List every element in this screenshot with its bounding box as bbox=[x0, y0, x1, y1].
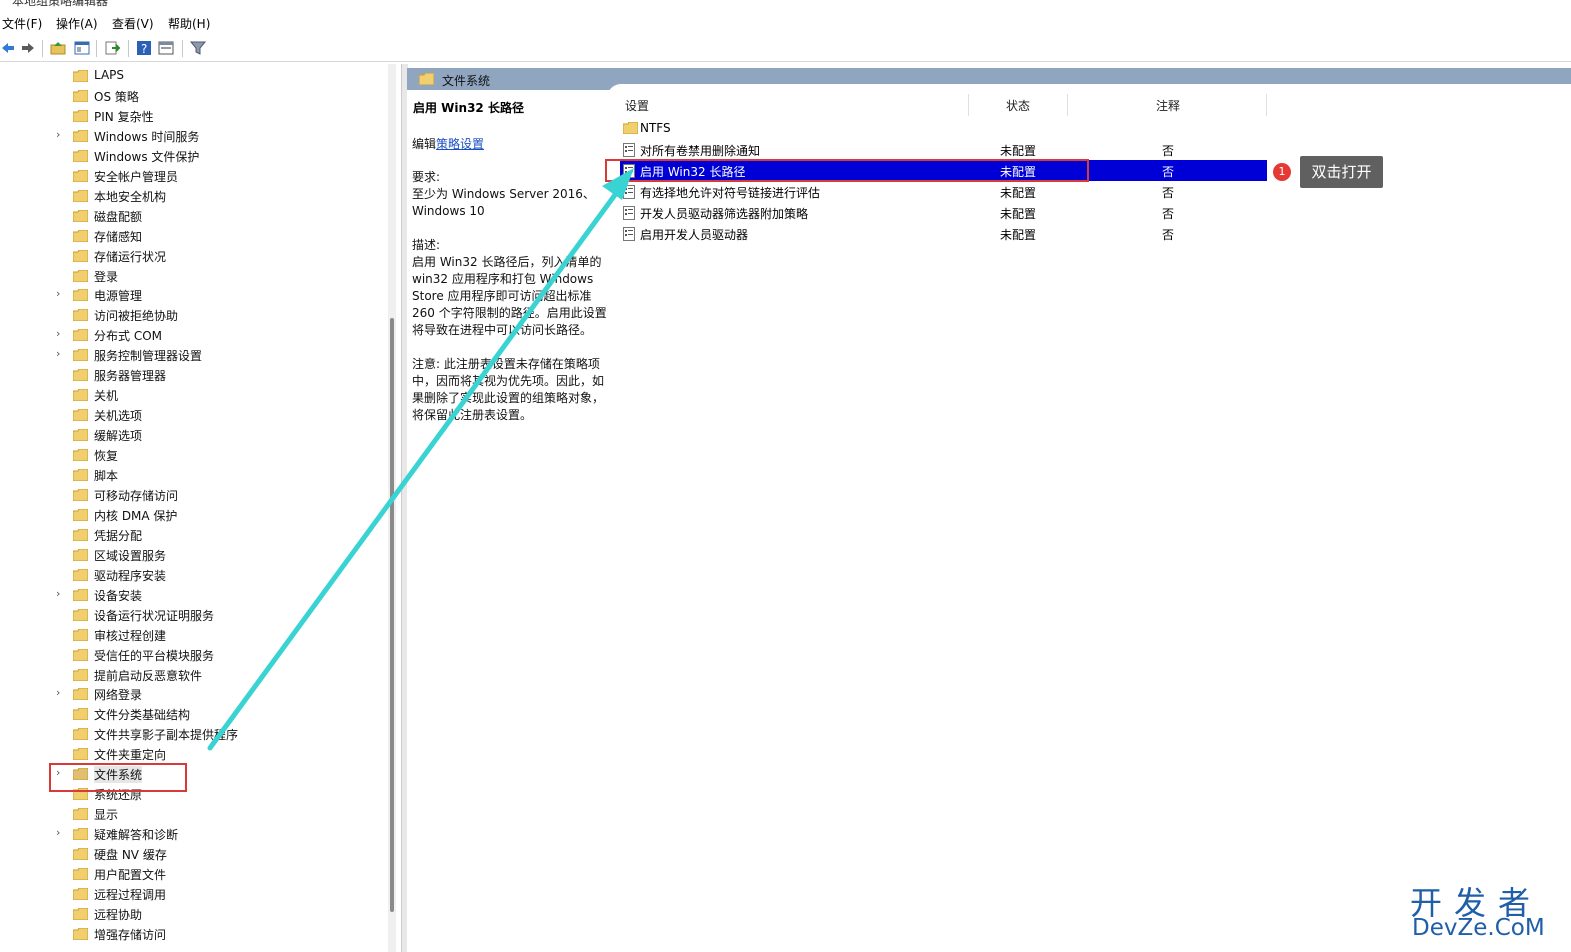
arrow-annotation bbox=[207, 168, 634, 751]
watermark-line2: DevZe.CoM bbox=[1412, 915, 1545, 941]
